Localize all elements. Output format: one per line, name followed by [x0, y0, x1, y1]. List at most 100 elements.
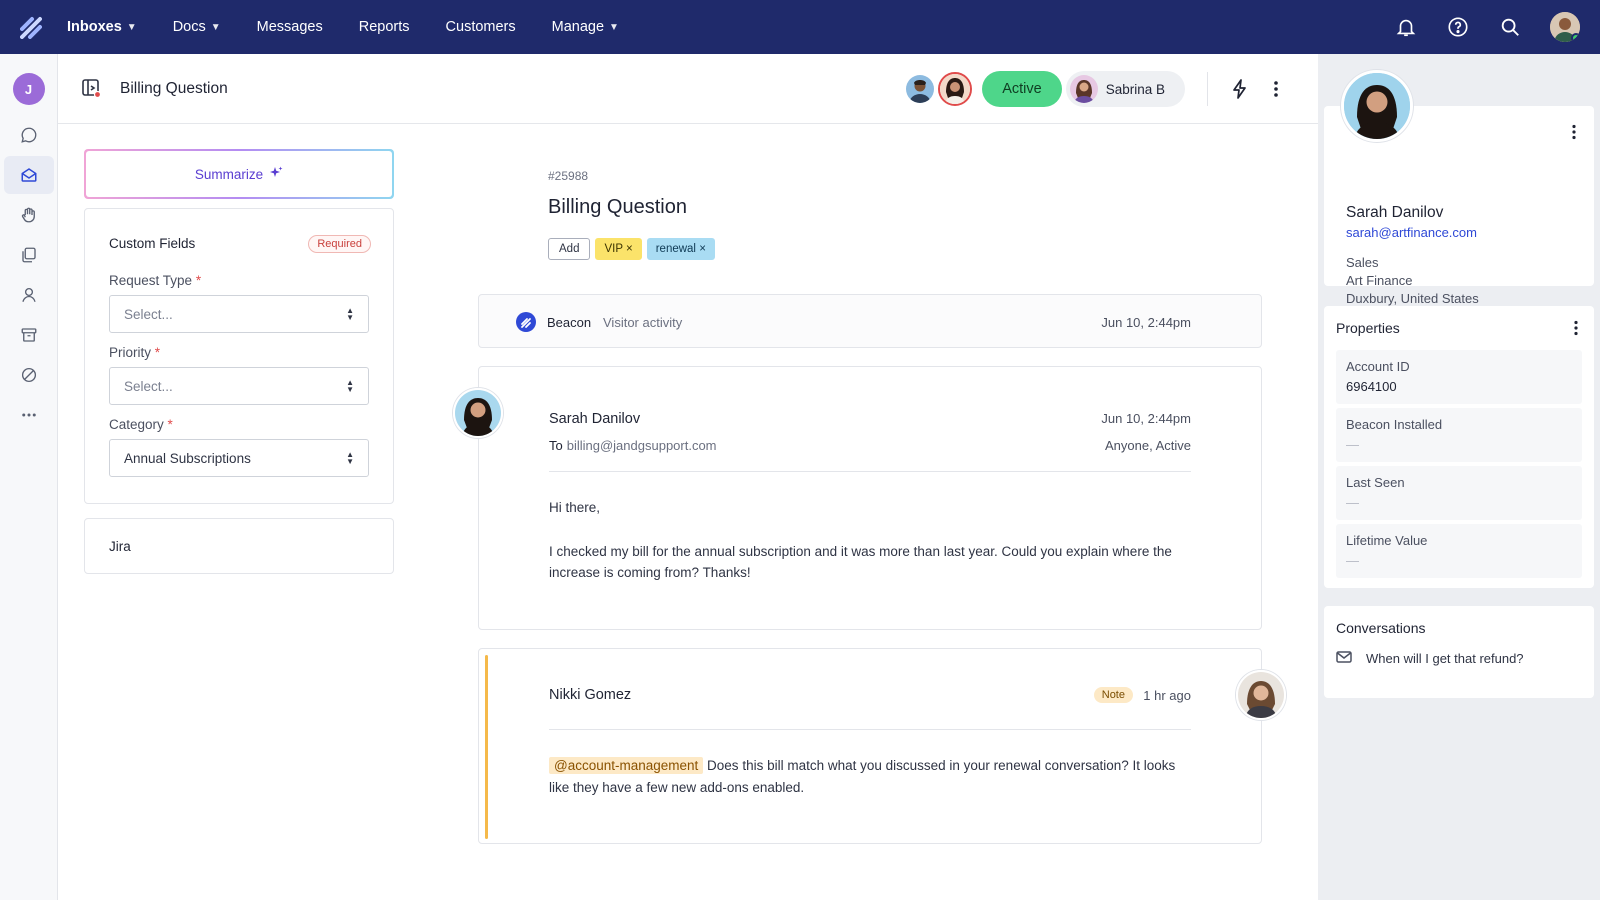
customer-email[interactable]: sarah@artfinance.com: [1346, 225, 1477, 240]
category-select[interactable]: Annual Subscriptions ▲ ▼: [109, 439, 369, 477]
toggle-sidebar-icon[interactable]: [81, 78, 102, 99]
nav-right-actions: [1394, 0, 1580, 54]
customer-details: Sales Art Finance Duxbury, United States: [1346, 255, 1479, 306]
online-status-dot: [1571, 33, 1580, 42]
lightning-icon[interactable]: [1228, 77, 1252, 101]
customer-name: Sarah Danilov: [1346, 204, 1444, 221]
property-lifetime-value: Lifetime Value —: [1336, 524, 1582, 578]
priority-select[interactable]: Select... ▲ ▼: [109, 367, 369, 405]
properties-title: Properties: [1336, 320, 1400, 336]
nav-reports[interactable]: Reports: [359, 19, 410, 35]
header-divider: [1207, 72, 1208, 106]
viewer-avatar-man: [906, 75, 935, 103]
user-initial-avatar[interactable]: J: [12, 73, 45, 105]
tag-renewal[interactable]: renewal ×: [646, 238, 715, 260]
message-status: Anyone, Active: [1105, 438, 1191, 453]
more-vertical-icon[interactable]: [1564, 122, 1584, 142]
jira-label: Jira: [109, 539, 131, 554]
note-author: Nikki Gomez: [549, 687, 632, 703]
message-divider: [549, 471, 1191, 472]
nav-docs[interactable]: Docs ▼: [173, 19, 221, 35]
more-icon[interactable]: [4, 396, 54, 434]
property-last-seen: Last Seen —: [1336, 466, 1582, 520]
sender-avatar: [453, 388, 503, 438]
remove-tag-icon[interactable]: ×: [699, 243, 706, 255]
remove-tag-icon[interactable]: ×: [626, 243, 633, 255]
chat-icon[interactable]: [4, 116, 54, 154]
sparkle-icon: [269, 166, 283, 183]
request-type-select[interactable]: Select... ▲ ▼: [109, 295, 369, 333]
beacon-activity: Visitor activity: [603, 315, 683, 330]
select-arrows-icon: ▲ ▼: [346, 306, 354, 322]
assignee-avatar: [1069, 75, 1098, 103]
nav-customers[interactable]: Customers: [446, 19, 516, 35]
beacon-name: Beacon: [547, 315, 592, 330]
top-navigation: Inboxes ▼ Docs ▼ Messages Reports Customer…: [0, 0, 1600, 54]
property-account-id: Account ID 6964100: [1336, 350, 1582, 404]
properties-card: Properties Account ID 6964100 Beacon Ins…: [1324, 306, 1594, 588]
jira-card[interactable]: Jira: [84, 518, 394, 574]
custom-fields-title: Custom Fields: [109, 236, 196, 251]
inbox-icon[interactable]: [3, 156, 54, 194]
bell-icon[interactable]: [1394, 15, 1418, 39]
nav-messages[interactable]: Messages: [257, 19, 323, 35]
add-tag-button[interactable]: Add: [548, 238, 591, 260]
note-badge: Note: [1093, 687, 1133, 703]
more-vertical-icon[interactable]: [1566, 318, 1586, 338]
custom-fields-card: Custom Fields Required Request Type * Se…: [84, 208, 394, 504]
conversation-panel: Billing Question Active Sabrina B Summar…: [58, 54, 1318, 900]
team-mention[interactable]: @account-management: [549, 757, 704, 774]
beacon-activity-card[interactable]: Beacon Visitor activity Jun 10, 2:44pm: [478, 294, 1262, 348]
search-icon[interactable]: [1498, 15, 1522, 39]
beacon-time: Jun 10, 2:44pm: [1101, 315, 1191, 330]
summarize-button[interactable]: Summarize: [84, 149, 394, 199]
ticket-number: #25988: [548, 169, 589, 183]
conversations-title: Conversations: [1336, 620, 1426, 636]
tag-list: Add VIP × renewal ×: [548, 238, 715, 260]
hand-icon[interactable]: [4, 196, 54, 234]
docs-icon[interactable]: [4, 236, 54, 274]
required-badge: Required: [308, 235, 371, 253]
select-arrows-icon: ▲ ▼: [346, 378, 354, 394]
assignee-selector[interactable]: Sabrina B: [1065, 71, 1185, 107]
viewer-avatar-woman: [938, 72, 973, 106]
user-avatar[interactable]: [1550, 12, 1580, 42]
envelope-icon: [1336, 650, 1352, 667]
customer-avatar: [1341, 70, 1413, 142]
note-accent-bar: [485, 655, 488, 839]
request-type-label: Request Type *: [109, 273, 202, 288]
note-divider: [549, 729, 1191, 730]
header-actions: Active Sabrina B: [906, 70, 1288, 108]
nav-manage[interactable]: Manage ▼: [552, 19, 619, 35]
beacon-logo-icon: [516, 312, 536, 332]
ticket-title: Billing Question: [548, 196, 687, 218]
select-arrows-icon: ▲ ▼: [346, 450, 354, 466]
assignee-name: Sabrina B: [1105, 81, 1165, 97]
previous-conversation-item[interactable]: When will I get that refund?: [1336, 650, 1524, 667]
tag-vip[interactable]: VIP ×: [595, 238, 642, 260]
blocked-icon[interactable]: [4, 356, 54, 394]
person-icon[interactable]: [4, 276, 54, 314]
conversation-title: Billing Question: [120, 80, 228, 97]
left-rail: J: [0, 54, 58, 900]
helpscout-logo[interactable]: [0, 0, 62, 54]
note-body: @account-management Does this bill match…: [549, 757, 1176, 795]
more-vertical-icon[interactable]: [1264, 77, 1288, 101]
help-icon[interactable]: [1446, 15, 1470, 39]
chevron-down-icon: ▼: [210, 21, 221, 33]
note-author-avatar: [1236, 670, 1286, 720]
archive-icon[interactable]: [4, 316, 54, 354]
customer-sidebar: Sarah Danilov sarah@artfinance.com Sales…: [1318, 54, 1600, 900]
message-body: Hi there, I checked my bill for the annu…: [549, 500, 1172, 580]
customer-message-card: Sarah Danilov Jun 10, 2:44pm To billing@j…: [478, 366, 1262, 630]
property-beacon-installed: Beacon Installed —: [1336, 408, 1582, 462]
status-active-button[interactable]: Active: [982, 71, 1062, 107]
internal-note-card: Nikki Gomez Note 1 hr ago @account-manag…: [478, 648, 1262, 844]
message-recipient: To billing@jandgsupport.com: [549, 438, 717, 453]
summarize-label: Summarize: [194, 166, 264, 182]
message-sender: Sarah Danilov: [549, 411, 641, 427]
nav-inboxes[interactable]: Inboxes ▼: [67, 19, 137, 35]
chevron-down-icon: ▼: [609, 21, 619, 33]
priority-label: Priority *: [109, 345, 161, 360]
note-time: 1 hr ago: [1143, 688, 1191, 703]
